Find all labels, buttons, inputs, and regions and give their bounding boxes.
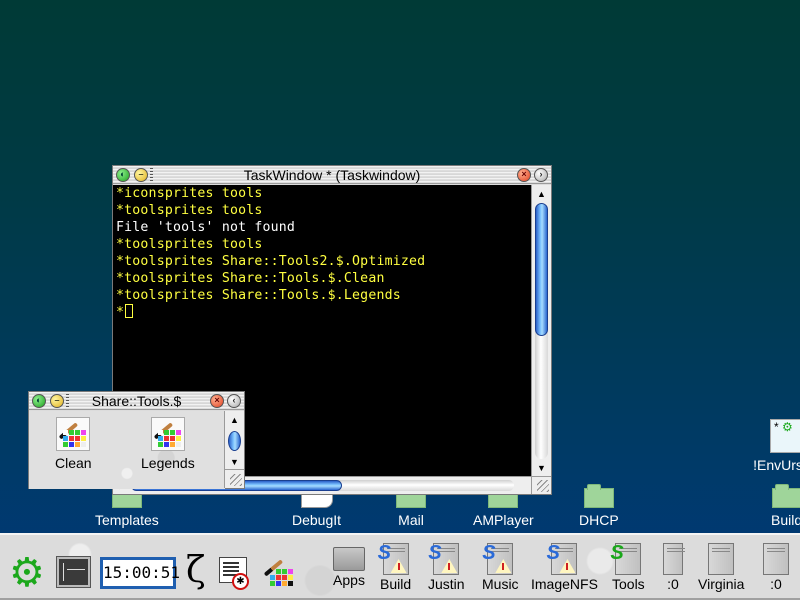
- iconbar-label: Tools: [612, 576, 645, 592]
- desktop-icon-envurs[interactable]: * ⚙ !EnvUrs: [752, 419, 800, 473]
- icon-bar: ⚙ 15:00:51 ζ ✱ Apps S Build S Justin S M…: [0, 533, 800, 600]
- iconise-button[interactable]: –: [134, 167, 148, 182]
- drive-icon: [663, 543, 685, 575]
- apps-folder-icon: [333, 547, 365, 571]
- back-button[interactable]: ◐: [116, 167, 130, 182]
- drive-icon: [708, 543, 735, 575]
- zeta-icon[interactable]: ζ: [186, 551, 206, 591]
- desktop-icon-label: Mail: [398, 512, 424, 528]
- iconbar-item-build[interactable]: S Build: [378, 542, 412, 592]
- iconbar-label: Build: [380, 576, 412, 592]
- cd-drive-icon: [763, 543, 789, 575]
- gear-icon[interactable]: ⚙: [9, 553, 45, 593]
- folder-icon: [771, 484, 800, 508]
- iconbar-label: :0: [770, 576, 782, 592]
- terminal-line: *toolsprites tools: [116, 237, 263, 252]
- iconbar-item-apps[interactable]: Apps: [333, 543, 365, 588]
- share-drive-icon: S: [482, 542, 514, 575]
- desktop-icon-label: Build: [771, 512, 800, 528]
- desktop-icon-label: DebugIt: [292, 512, 342, 528]
- scroll-up-button[interactable]: ▲: [532, 186, 551, 202]
- application-icon: * ⚙: [770, 419, 800, 453]
- scroll-up-button[interactable]: ▲: [225, 412, 244, 428]
- grip-icon: [66, 393, 69, 408]
- iconbar-item-imagenfs[interactable]: S ImageNFS: [531, 542, 598, 592]
- iconbar-label: Virginia: [698, 576, 745, 592]
- iconbar-item-music[interactable]: S Music: [482, 542, 519, 592]
- terminal-line: *toolsprites Share::Tools.$.Clean: [116, 271, 385, 286]
- filer-item-label: Clean: [55, 455, 92, 471]
- title-bar[interactable]: ◐ – TaskWindow * (Taskwindow) × ›: [113, 166, 551, 184]
- desktop-icon-label: DHCP: [579, 512, 619, 528]
- desktop-icon-label: Templates: [95, 512, 159, 528]
- desktop-icon-dhcp[interactable]: DHCP: [579, 484, 619, 528]
- grip-icon: [150, 167, 153, 182]
- terminal-line: *toolsprites Share::Tools2.$.Optimized: [116, 254, 426, 269]
- resize-handle[interactable]: [224, 469, 244, 488]
- folder-icon: [583, 484, 614, 508]
- vertical-scrollbar[interactable]: ▲ ▼: [224, 411, 244, 471]
- iconbar-item-tools[interactable]: S Tools: [610, 542, 645, 592]
- iconbar-label: Music: [482, 576, 519, 592]
- toggle-size-button[interactable]: ›: [534, 167, 548, 182]
- iconbar-label: ImageNFS: [531, 576, 598, 592]
- close-button[interactable]: ×: [210, 393, 224, 408]
- task-manager-icon[interactable]: [57, 557, 90, 587]
- iconbar-item-justin[interactable]: S Justin: [428, 542, 465, 592]
- share-drive-icon: S: [428, 542, 460, 575]
- iconbar-item-cd-0[interactable]: :0: [763, 543, 789, 592]
- filer-item-clean[interactable]: Clean: [55, 417, 92, 471]
- filer-contents: Clean Legends: [29, 411, 225, 489]
- scroll-down-button[interactable]: ▼: [532, 460, 551, 476]
- scroll-down-button[interactable]: ▼: [225, 454, 244, 470]
- resize-handle[interactable]: [531, 476, 551, 494]
- prompt-char: *: [116, 305, 125, 320]
- iconbar-item-drive-0[interactable]: :0: [663, 543, 685, 592]
- desktop-icon-label: AMPlayer: [473, 512, 534, 528]
- share-drive-icon: S: [378, 542, 409, 575]
- terminal-line: *iconsprites tools: [116, 186, 263, 201]
- window-title: TaskWindow * (Taskwindow): [243, 167, 421, 183]
- desktop-icon-label: !EnvUrs: [753, 457, 800, 473]
- iconbar-label: Justin: [428, 576, 465, 592]
- paint-palette-icon: [150, 417, 185, 451]
- filer-window: ◐ – Share::Tools.$ × ‹ Clean Legends ▲ ▼: [28, 391, 245, 489]
- back-button[interactable]: ◐: [32, 393, 46, 408]
- share-drive-icon: S: [546, 542, 578, 575]
- title-bar[interactable]: ◐ – Share::Tools.$ × ‹: [29, 392, 244, 410]
- terminal-line: *toolsprites Share::Tools.$.Legends: [116, 288, 401, 303]
- scroll-thumb[interactable]: [228, 431, 241, 451]
- paint-palette-icon: [56, 417, 91, 451]
- iconbar-label: Apps: [333, 572, 365, 588]
- toggle-size-button[interactable]: ‹: [227, 393, 241, 408]
- no-bug-icon: ✱: [232, 573, 249, 590]
- clock-display[interactable]: 15:00:51: [100, 557, 180, 589]
- vertical-scrollbar[interactable]: ▲ ▼: [531, 185, 551, 477]
- close-button[interactable]: ×: [517, 167, 531, 182]
- filer-item-legends[interactable]: Legends: [141, 417, 195, 471]
- scroll-thumb[interactable]: [535, 203, 548, 337]
- text-cursor: [125, 304, 134, 318]
- terminal-prompt[interactable]: *: [116, 304, 532, 321]
- share-drive-green-icon: S: [610, 542, 642, 575]
- iconise-button[interactable]: –: [50, 393, 64, 408]
- desktop-icon-build[interactable]: Build: [771, 484, 800, 528]
- iconbar-item-virginia[interactable]: Virginia: [698, 543, 744, 592]
- filer-item-label: Legends: [141, 455, 195, 471]
- terminal-line: *toolsprites tools: [116, 203, 263, 218]
- terminal-line-error: File 'tools' not found: [116, 220, 296, 235]
- paint-icon[interactable]: [262, 555, 296, 589]
- iconbar-label: :0: [667, 576, 679, 592]
